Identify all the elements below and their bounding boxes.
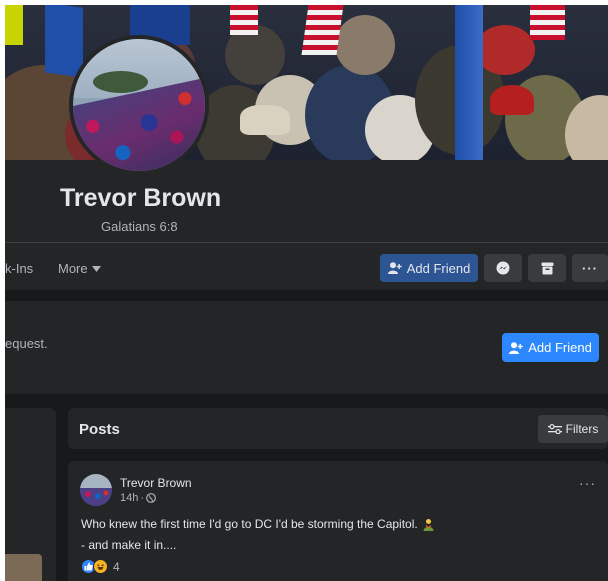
add-friend-button[interactable]: Add Friend [380, 254, 478, 282]
post-meta-separator: · [140, 492, 145, 504]
post-author-name[interactable]: Trevor Brown [120, 476, 192, 490]
filters-icon [547, 424, 562, 434]
chevron-down-icon [91, 265, 101, 272]
post-card: Trevor Brown 14h · ··· Who knew the firs… [68, 461, 608, 581]
globe-icon [146, 493, 156, 503]
person-emoji-icon [422, 518, 435, 531]
messenger-icon [496, 261, 510, 275]
tab-more[interactable]: More [58, 261, 101, 276]
add-friend-label: Add Friend [406, 260, 471, 276]
more-options-icon: ··· [582, 260, 598, 276]
haha-reaction-icon [93, 559, 108, 574]
follow-button[interactable] [528, 254, 566, 282]
more-options-button[interactable]: ··· [572, 254, 608, 282]
tab-check-ins[interactable]: k-Ins [5, 261, 33, 276]
friend-request-text: equest. [5, 336, 48, 351]
post-time[interactable]: 14h [120, 492, 138, 504]
friend-request-card: equest. Add Friend [5, 301, 608, 394]
filters-label: Filters [565, 422, 599, 436]
filters-button[interactable]: Filters [538, 415, 608, 443]
post-reactions[interactable]: 4 [81, 559, 120, 574]
profile-page: Trevor Brown Galatians 6:8 k-Ins More Ad… [5, 5, 608, 581]
reaction-count: 4 [113, 559, 120, 574]
profile-bio: Galatians 6:8 [101, 219, 178, 234]
header-divider [5, 242, 608, 243]
post-text-line-1: Who knew the first time I'd go to DC I'd… [81, 517, 435, 531]
add-friend-icon [387, 262, 402, 274]
profile-header: Trevor Brown Galatians 6:8 k-Ins More Ad… [5, 160, 608, 290]
archive-box-icon [541, 262, 554, 275]
post-meta: 14h · [120, 492, 156, 504]
posts-title: Posts [79, 421, 120, 438]
request-add-friend-button[interactable]: Add Friend [502, 333, 599, 362]
messenger-button[interactable] [484, 254, 522, 282]
posts-header: Posts Filters [68, 408, 608, 449]
post-text-line-1-content: Who knew the first time I'd go to DC I'd… [81, 517, 418, 531]
post-options-button[interactable]: ··· [579, 475, 596, 491]
profile-avatar[interactable] [69, 35, 209, 175]
profile-name: Trevor Brown [60, 184, 222, 212]
tab-more-label: More [58, 261, 88, 276]
request-add-friend-label: Add Friend [528, 340, 592, 355]
post-author-avatar[interactable] [80, 474, 112, 506]
photo-thumbnail[interactable] [5, 554, 42, 581]
post-text-line-2: - and make it in.... [81, 538, 177, 552]
add-friend-icon [509, 341, 523, 354]
